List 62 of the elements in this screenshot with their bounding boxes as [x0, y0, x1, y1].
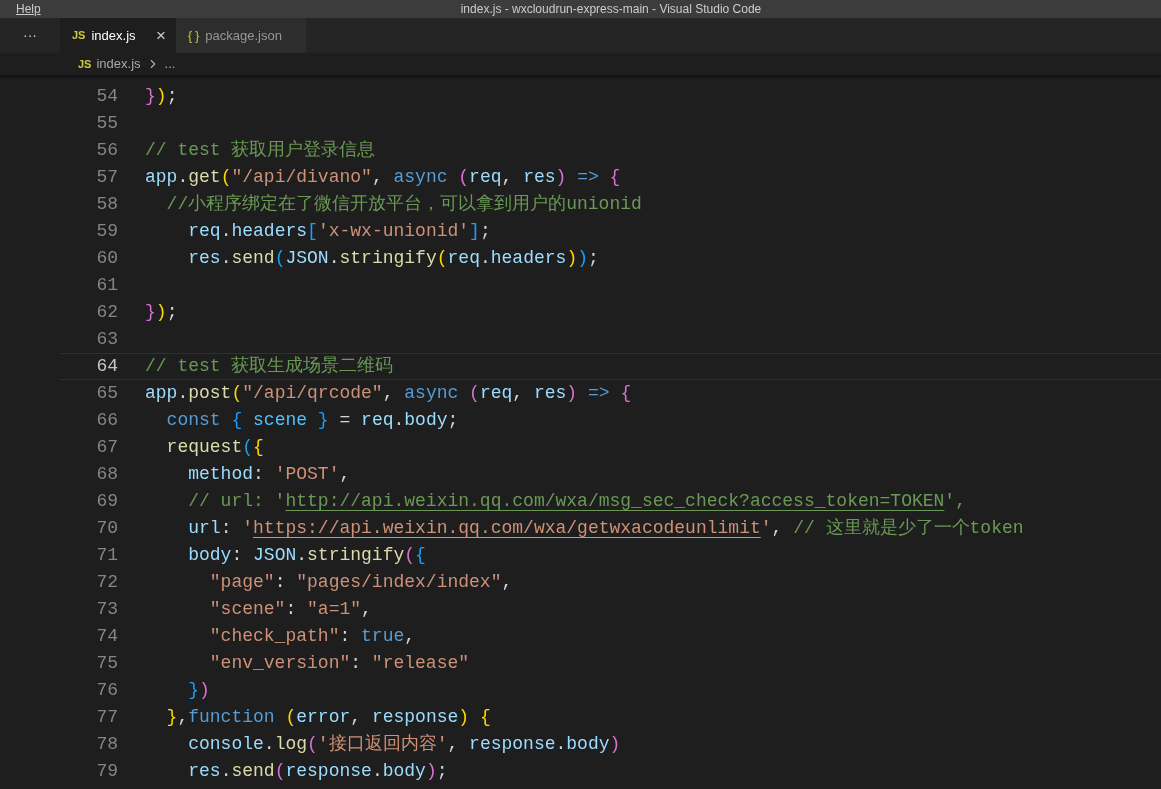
line-number: 64 — [95, 355, 118, 378]
code-line: }); — [145, 85, 178, 108]
more-actions-icon[interactable]: ··· — [23, 25, 37, 46]
code-line: "page": "pages/index/index", — [208, 571, 513, 594]
code-line: "check_path": true, — [208, 625, 416, 648]
code-line: body: JSON.stringify({ — [187, 544, 426, 567]
code-line: "env_version": "release" — [208, 652, 470, 675]
code-line: // test 获取生成场景二维码 — [145, 355, 394, 378]
code-line: request({ — [165, 436, 264, 459]
line-number: 57 — [95, 166, 118, 189]
line-number: 68 — [95, 463, 118, 486]
code-line: url: 'https://api.weixin.qq.com/wxa/getwxacodeunlimit', // 这里就是少了一个token — [187, 517, 1024, 540]
tab-label: package.json — [205, 26, 283, 45]
line-number: 75 — [95, 652, 118, 675]
breadcrumb-item[interactable]: index.js — [96, 54, 141, 74]
line-number: 70 — [95, 517, 118, 540]
line-number: 72 — [95, 571, 118, 594]
code-line: res.send(response.body); — [187, 760, 448, 783]
file-type-icon: { } — [188, 26, 200, 45]
line-number: 66 — [95, 409, 118, 432]
code-line: // url: 'http://api.weixin.qq.com/wxa/msg_sec_check?access_token=TOKEN', — [187, 490, 966, 513]
editor-tab[interactable]: JS index.js × — [60, 18, 176, 53]
code-line: }) — [187, 679, 210, 702]
line-number: 76 — [95, 679, 118, 702]
line-number: 58 — [95, 193, 118, 216]
line-number: 56 — [95, 139, 118, 162]
line-number: 60 — [95, 247, 118, 270]
tab-label: index.js — [91, 26, 137, 45]
line-number: 63 — [95, 328, 118, 351]
code-line: console.log('接口返回内容', response.body) — [187, 733, 621, 756]
line-number: 59 — [95, 220, 118, 243]
line-number: 71 — [95, 544, 118, 567]
code-line: app.post("/api/qrcode", async (req, res) => { — [145, 382, 632, 405]
line-number: 61 — [95, 274, 118, 297]
code-line: //小程序绑定在了微信开放平台，可以拿到用户的unionid — [165, 193, 642, 216]
line-number: 69 — [95, 490, 118, 513]
code-line: method: 'POST', — [187, 463, 351, 486]
editor-tab[interactable]: { } package.json — [176, 18, 306, 53]
line-number: 67 — [95, 436, 118, 459]
file-type-icon: JS — [72, 27, 86, 44]
code-line: app.get("/api/divano", async (req, res) => { — [145, 166, 621, 189]
breadcrumb-item[interactable]: ... — [164, 54, 176, 74]
code-line: req.headers['x-wx-unionid']; — [187, 220, 491, 243]
code-line: const { scene } = req.body; — [165, 409, 459, 432]
menu-item[interactable]: Help — [16, 1, 41, 17]
line-number: 54 — [95, 85, 118, 108]
line-number: 78 — [95, 733, 118, 756]
line-number: 74 — [95, 625, 118, 648]
line-number: 65 — [95, 382, 118, 405]
line-number: 79 — [95, 760, 118, 783]
line-number: 55 — [95, 112, 118, 135]
line-number: 77 — [95, 706, 118, 729]
line-number: 73 — [95, 598, 118, 621]
line-number: 62 — [95, 301, 118, 324]
code-line: }); — [145, 301, 178, 324]
close-icon[interactable]: × — [156, 27, 166, 44]
code-line: res.send(JSON.stringify(req.headers)); — [187, 247, 599, 270]
window-title: index.js - wxcloudrun-express-main - Visual Studio Code — [460, 1, 762, 17]
code-line: },function (error, response) { — [165, 706, 491, 729]
code-line: // test 获取用户登录信息 — [145, 139, 376, 162]
code-line: "scene": "a=1", — [208, 598, 372, 621]
file-type-icon: JS — [78, 55, 92, 73]
